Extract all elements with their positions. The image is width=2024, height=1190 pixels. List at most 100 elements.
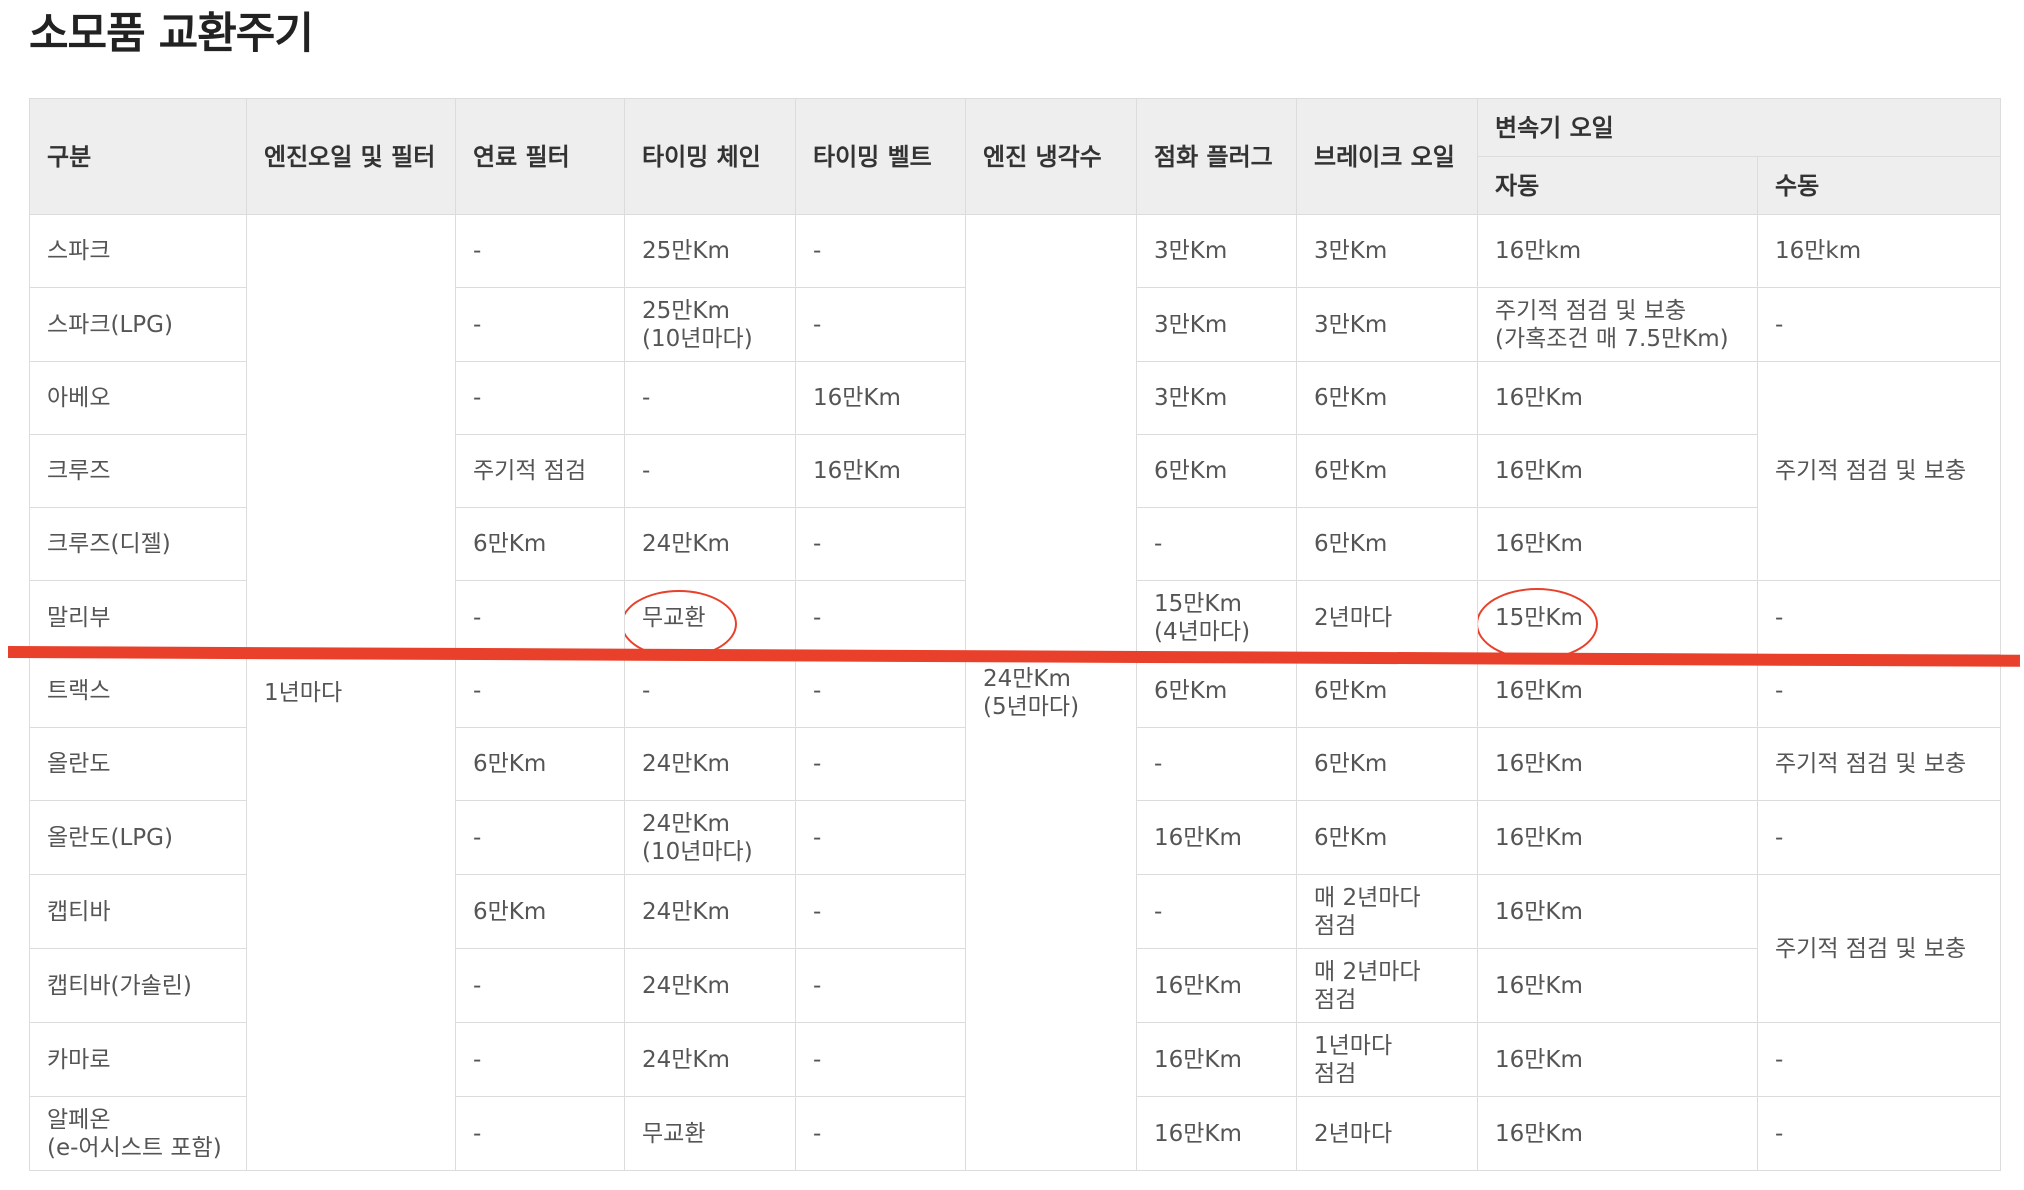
cell-model: 크루즈(디젤) — [29, 507, 247, 581]
cell-fuel-filter: 6만Km — [455, 727, 625, 801]
cell-model: 아베오 — [29, 361, 247, 435]
cell-brake-oil: 6만Km — [1296, 800, 1478, 875]
header-engine-oil: 엔진오일 및 필터 — [246, 98, 456, 215]
cell-trans-manual: - — [1756, 1096, 2002, 1171]
cell-timing-chain: 24만Km — [624, 727, 796, 801]
red-circle-mark — [625, 589, 737, 654]
cell-spark-plug: - — [1136, 874, 1297, 949]
cell-coolant-merged: 24만Km (5년마다) — [965, 214, 1137, 1171]
cell-timing-chain: - — [624, 654, 796, 728]
cell-trans-manual: - — [1756, 580, 2002, 655]
header-manual: 수동 — [1756, 156, 2002, 215]
cell-model: 크루즈 — [29, 434, 247, 508]
cell-timing-chain: 24만Km — [624, 948, 796, 1023]
cell-timing-belt: - — [795, 580, 966, 655]
cell-trans-manual-merged: 주기적 점검 및 보충 — [1756, 874, 2002, 1023]
cell-spark-plug: 16만Km — [1136, 800, 1297, 875]
cell-model: 올란도(LPG) — [29, 800, 247, 875]
cell-trans-auto: 16만Km — [1477, 727, 1758, 801]
cell-brake-oil: 매 2년마다 점검 — [1296, 948, 1478, 1023]
red-circle-mark — [1478, 587, 1598, 654]
table-row: 스파크 1년마다 - 25만Km - 24만Km (5년마다) 3만Km 3만K… — [29, 214, 2002, 1171]
cell-trans-auto: 16만Km — [1477, 361, 1758, 435]
cell-trans-auto: 16만Km — [1477, 507, 1758, 581]
cell-trans-manual: - — [1756, 1022, 2002, 1097]
cell-spark-plug: 6만Km — [1136, 434, 1297, 508]
cell-timing-chain: - — [624, 434, 796, 508]
cell-brake-oil: 매 2년마다 점검 — [1296, 874, 1478, 949]
consumables-table: 구분 엔진오일 및 필터 연료 필터 타이밍 체인 타이밍 벨트 엔진 냉각수 … — [29, 98, 2002, 1171]
cell-brake-oil: 3만Km — [1296, 287, 1478, 362]
header-timing-chain: 타이밍 체인 — [624, 98, 796, 215]
cell-model: 캡티바 — [29, 874, 247, 949]
cell-timing-chain: 24만Km (10년마다) — [624, 800, 796, 875]
cell-fuel-filter: 주기적 점검 — [455, 434, 625, 508]
cell-spark-plug: - — [1136, 507, 1297, 581]
cell-spark-plug: 3만Km — [1136, 214, 1297, 288]
header-fuel-filter: 연료 필터 — [455, 98, 625, 215]
header-timing-belt: 타이밍 벨트 — [795, 98, 966, 215]
cell-trans-auto: 16만Km — [1477, 874, 1758, 949]
cell-trans-manual: - — [1756, 800, 2002, 875]
cell-fuel-filter: - — [455, 948, 625, 1023]
header-coolant: 엔진 냉각수 — [965, 98, 1137, 215]
cell-spark-plug: - — [1136, 727, 1297, 801]
cell-model: 스파크 — [29, 214, 247, 288]
cell-trans-auto: 16만Km — [1477, 948, 1758, 1023]
cell-model: 알페온 (e-어시스트 포함) — [29, 1096, 247, 1171]
cell-brake-oil: 2년마다 — [1296, 580, 1478, 655]
cell-fuel-filter: 6만Km — [455, 507, 625, 581]
cell-fuel-filter: - — [455, 1022, 625, 1097]
cell-timing-belt: 16만Km — [795, 434, 966, 508]
cell-fuel-filter: - — [455, 361, 625, 435]
cell-trans-auto: 15만Km — [1477, 580, 1758, 655]
cell-spark-plug: 16만Km — [1136, 1022, 1297, 1097]
cell-model: 올란도 — [29, 727, 247, 801]
cell-fuel-filter: - — [455, 214, 625, 288]
header-brake-oil: 브레이크 오일 — [1296, 98, 1478, 215]
cell-spark-plug: 15만Km (4년마다) — [1136, 580, 1297, 655]
cell-timing-chain: 25만Km (10년마다) — [624, 287, 796, 362]
cell-spark-plug: 3만Km — [1136, 287, 1297, 362]
cell-timing-chain: - — [624, 361, 796, 435]
cell-timing-chain: 무교환 — [624, 580, 796, 655]
cell-brake-oil: 1년마다 점검 — [1296, 1022, 1478, 1097]
cell-timing-belt: - — [795, 948, 966, 1023]
cell-model: 스파크(LPG) — [29, 287, 247, 362]
cell-timing-chain: 24만Km — [624, 874, 796, 949]
cell-timing-belt: - — [795, 1096, 966, 1171]
cell-brake-oil: 3만Km — [1296, 214, 1478, 288]
header-transmission: 변속기 오일 — [1476, 98, 2002, 157]
cell-model: 말리부 — [29, 580, 247, 655]
cell-engine-oil-merged: 1년마다 — [246, 214, 456, 1171]
cell-spark-plug: 16만Km — [1136, 1096, 1297, 1171]
cell-timing-chain: 무교환 — [624, 1096, 796, 1171]
cell-trans-manual: 16만km — [1756, 214, 2002, 288]
cell-timing-belt: - — [795, 727, 966, 801]
cell-spark-plug: 6만Km — [1136, 654, 1297, 728]
cell-spark-plug: 3만Km — [1136, 361, 1297, 435]
header-spark-plug: 점화 플러그 — [1136, 98, 1297, 215]
cell-timing-belt: - — [795, 654, 966, 728]
cell-timing-belt: 16만Km — [795, 361, 966, 435]
cell-fuel-filter: - — [455, 800, 625, 875]
cell-trans-manual-merged: 주기적 점검 및 보충 — [1756, 361, 2002, 581]
cell-fuel-filter: - — [455, 1096, 625, 1171]
cell-timing-chain: 24만Km — [624, 507, 796, 581]
cell-trans-auto: 16만Km — [1477, 1096, 1758, 1171]
cell-model: 카마로 — [29, 1022, 247, 1097]
page-title: 소모품 교환주기 — [29, 9, 314, 59]
cell-trans-manual: 주기적 점검 및 보충 — [1756, 727, 2002, 801]
cell-timing-belt: - — [795, 1022, 966, 1097]
cell-trans-auto: 주기적 점검 및 보충 (가혹조건 매 7.5만Km) — [1477, 287, 1758, 362]
cell-fuel-filter: - — [455, 654, 625, 728]
cell-trans-auto: 16만km — [1477, 214, 1758, 288]
cell-timing-chain: 25만Km — [624, 214, 796, 288]
cell-trans-auto: 16만Km — [1477, 1022, 1758, 1097]
cell-trans-auto: 16만Km — [1477, 434, 1758, 508]
cell-model: 트랙스 — [29, 654, 247, 728]
cell-brake-oil: 6만Km — [1296, 727, 1478, 801]
cell-brake-oil: 6만Km — [1296, 361, 1478, 435]
cell-model: 캡티바(가솔린) — [29, 948, 247, 1023]
cell-trans-auto: 16만Km — [1477, 800, 1758, 875]
